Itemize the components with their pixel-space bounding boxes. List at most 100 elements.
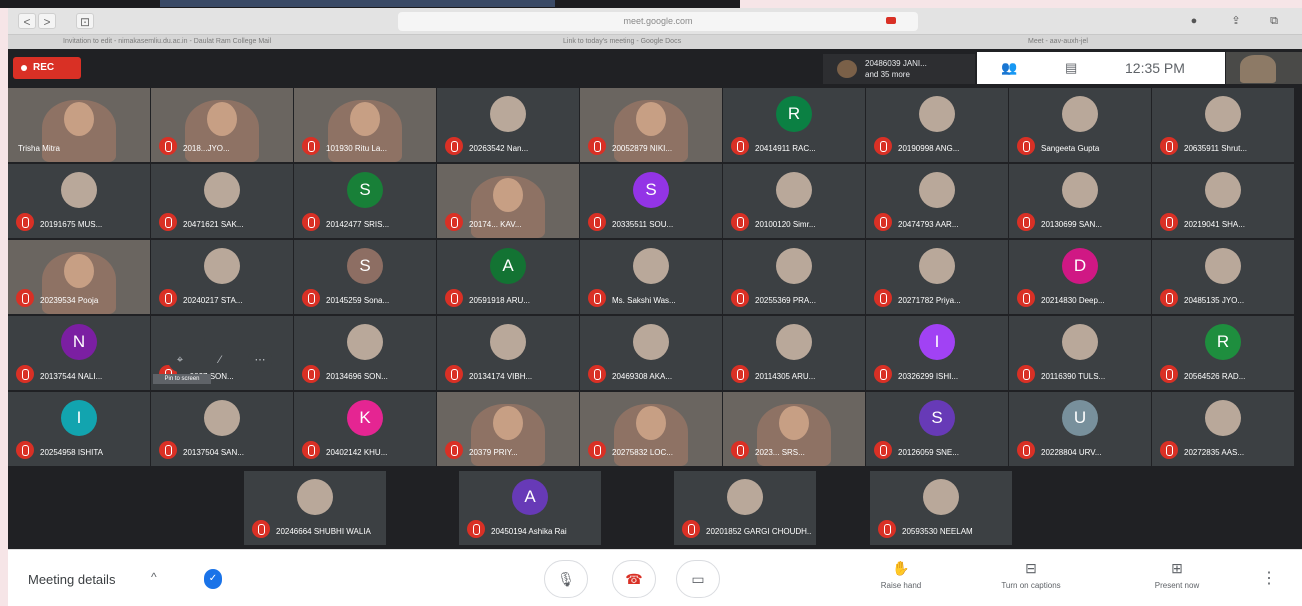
camera-button[interactable]: ▭ — [676, 560, 720, 598]
meet-stage: REC 20486039 JANI... and 35 more 👥 ▤ 12:… — [8, 49, 1302, 549]
mic-off-icon — [588, 441, 606, 459]
participant-avatar — [1205, 400, 1241, 436]
mic-off-icon — [1017, 365, 1035, 383]
participant-tile[interactable]: 20255369 PRA... — [723, 240, 865, 314]
participant-tile[interactable]: 20190998 ANG... — [866, 88, 1008, 162]
mic-button[interactable]: 🎙 — [544, 560, 588, 598]
captions-button[interactable]: ⊟ Turn on captions — [976, 559, 1086, 599]
more-options-icon[interactable]: ⋮ — [1261, 568, 1277, 588]
participant-tile[interactable]: 20635911 Shrut... — [1152, 88, 1294, 162]
participant-tile[interactable]: Ms. Sakshi Was... — [580, 240, 722, 314]
participant-avatar — [204, 400, 240, 436]
mute-mic-icon[interactable]: ⁄ — [208, 348, 232, 372]
participant-tile[interactable]: 20485135 JYO... — [1152, 240, 1294, 314]
participant-tile[interactable]: S 20335511 SOU... — [580, 164, 722, 238]
participant-tile[interactable]: 20379 PRIY... — [437, 392, 579, 466]
participant-name: 20228804 URV... — [1041, 448, 1102, 457]
participant-name: 20246664 SHUBHI WALIA — [276, 527, 371, 536]
participant-avatar — [776, 248, 812, 284]
captions-icon: ⊟ — [1025, 560, 1037, 576]
presenter-info[interactable]: 20486039 JANI... and 35 more — [823, 54, 975, 84]
participant-tile[interactable]: 20240217 STA... — [151, 240, 293, 314]
participant-tile[interactable]: Trisha Mitra — [8, 88, 150, 162]
chat-icon[interactable]: ▤ — [1065, 60, 1077, 76]
participant-tile[interactable]: I 20326299 ISHI... — [866, 316, 1008, 390]
forward-button[interactable]: > — [38, 13, 56, 29]
self-view[interactable] — [1226, 52, 1302, 84]
top-preview-strip — [160, 0, 555, 7]
participant-tile[interactable]: 20174... KAV... — [437, 164, 579, 238]
participant-tile[interactable]: 20272835 AAS... — [1152, 392, 1294, 466]
chevron-up-icon[interactable]: ^ — [151, 570, 157, 584]
participant-tile[interactable]: 20263542 Nan... — [437, 88, 579, 162]
participant-tile[interactable]: 20246664 SHUBHI WALIA — [244, 471, 386, 545]
people-icon[interactable]: 👥 — [1001, 60, 1017, 76]
info-icon[interactable]: ● — [1184, 13, 1204, 29]
participant-tile[interactable]: 20471621 SAK... — [151, 164, 293, 238]
bookmark-item[interactable]: Invitation to edit - nimakasemliu.du.ac.… — [63, 38, 271, 45]
participant-tile[interactable]: 20271782 Priya... — [866, 240, 1008, 314]
participant-tile[interactable]: 101930 Ritu La... — [294, 88, 436, 162]
participant-tile[interactable]: 20275832 LOC... — [580, 392, 722, 466]
participant-tile[interactable]: 20239534 Pooja — [8, 240, 150, 314]
mic-off-icon — [874, 441, 892, 459]
participant-tile[interactable]: N 20137544 NALI... — [8, 316, 150, 390]
participant-avatar — [347, 324, 383, 360]
participant-tile[interactable]: I 20254958 ISHITA — [8, 392, 150, 466]
tabs-icon[interactable]: ⧉ — [1264, 13, 1284, 29]
pin-icon[interactable]: ⌖ — [168, 348, 192, 372]
participant-tile[interactable]: 20219041 SHA... — [1152, 164, 1294, 238]
bookmark-item[interactable]: Link to today's meeting - Google Docs — [563, 38, 681, 45]
raise-hand-button[interactable]: ✋ Raise hand — [846, 559, 956, 599]
address-bar[interactable]: meet.google.com — [398, 12, 918, 31]
end-call-button[interactable]: ☎ — [612, 560, 656, 598]
meeting-details-button[interactable]: Meeting details — [28, 572, 115, 587]
mic-off-icon — [445, 289, 463, 307]
participant-name: Trisha Mitra — [18, 144, 60, 153]
participant-tile[interactable]: 20134174 VIBH... — [437, 316, 579, 390]
mic-off-icon — [1160, 213, 1178, 231]
participant-tile[interactable]: 20593530 NEELAM — [870, 471, 1012, 545]
presenter-line2: and 35 more — [865, 70, 910, 79]
mic-off-icon — [16, 365, 34, 383]
participant-tile[interactable]: S 20142477 SRIS... — [294, 164, 436, 238]
participant-tile[interactable]: A 20450194 Ashika Rai — [459, 471, 601, 545]
back-button[interactable]: < — [18, 13, 36, 29]
participant-tile[interactable]: R 20414911 RAC... — [723, 88, 865, 162]
participant-video-face — [64, 254, 94, 288]
participant-tile[interactable]: Sangeeta Gupta — [1009, 88, 1151, 162]
participant-tile[interactable]: 20130699 SAN... — [1009, 164, 1151, 238]
participant-avatar — [727, 479, 763, 515]
participant-tile[interactable]: R 20564526 RAD... — [1152, 316, 1294, 390]
participant-name: 20272835 AAS... — [1184, 448, 1245, 457]
sidebar-icon[interactable]: ⊡ — [76, 13, 94, 29]
participant-tile[interactable]: 2023... SRS... — [723, 392, 865, 466]
participant-tile[interactable]: 20191675 MUS... — [8, 164, 150, 238]
participant-tile[interactable]: K 20402142 KHU... — [294, 392, 436, 466]
participant-tile[interactable]: S 20145259 Sona... — [294, 240, 436, 314]
participant-tile[interactable]: 20116390 TULS... — [1009, 316, 1151, 390]
shield-icon[interactable]: ✓ — [204, 569, 222, 589]
participant-name: 20471621 SAK... — [183, 220, 244, 229]
participant-tile[interactable]: 20474793 AAR... — [866, 164, 1008, 238]
participant-tile[interactable]: 20052879 NIKI... — [580, 88, 722, 162]
meet-top-right: 👥 ▤ 12:35 PM — [977, 52, 1225, 84]
participant-tile[interactable]: 20469308 AKA... — [580, 316, 722, 390]
participant-tile[interactable]: A 20591918 ARU... — [437, 240, 579, 314]
more-icon[interactable]: ⋯ — [248, 348, 272, 372]
participant-tile[interactable]: 20137504 SAN... — [151, 392, 293, 466]
participant-tile[interactable]: S 20126059 SNE... — [866, 392, 1008, 466]
present-now-button[interactable]: ⊞ Present now — [1122, 559, 1232, 599]
participant-name: 2018...JYO... — [183, 144, 230, 153]
participant-tile[interactable]: U 20228804 URV... — [1009, 392, 1151, 466]
participant-tile[interactable]: 20134696 SON... — [294, 316, 436, 390]
participant-avatar: A — [490, 248, 526, 284]
participant-tile[interactable]: D 20214830 Deep... — [1009, 240, 1151, 314]
share-icon[interactable]: ⇪ — [1226, 13, 1246, 29]
participant-tile[interactable]: 20100120 Simr... — [723, 164, 865, 238]
participant-tile[interactable]: 20201852 GARGI CHOUDH... — [674, 471, 816, 545]
presenter-avatar — [837, 60, 857, 78]
participant-tile[interactable]: 20114305 ARU... — [723, 316, 865, 390]
participant-tile[interactable]: 2018...JYO... — [151, 88, 293, 162]
bookmark-item[interactable]: Meet - aav-auxh-jel — [1028, 38, 1088, 45]
